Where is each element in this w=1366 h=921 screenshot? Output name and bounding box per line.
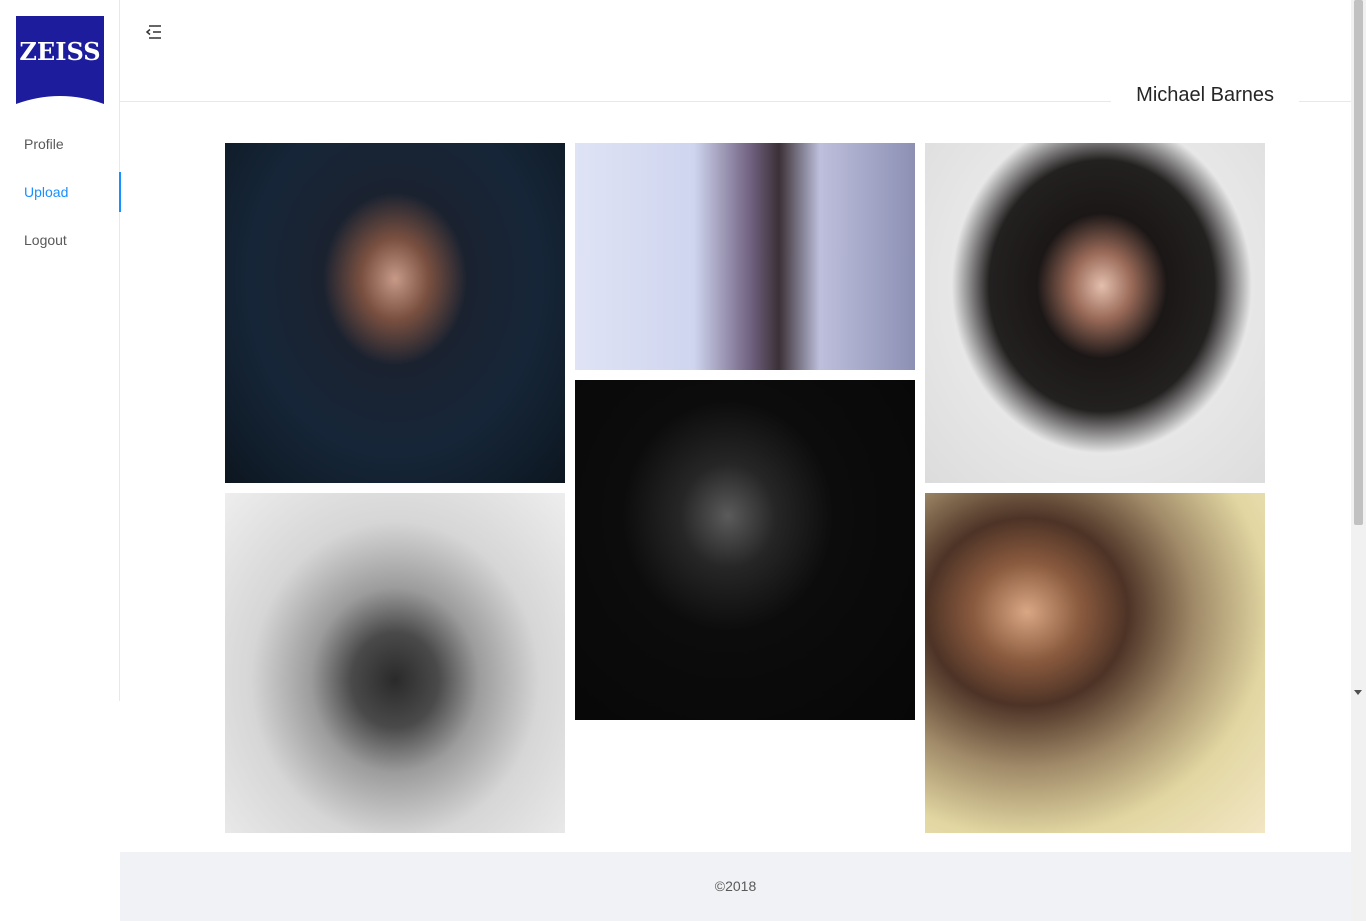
- header: Michael Barnes: [120, 0, 1351, 106]
- sidebar-item-logout[interactable]: Logout: [0, 216, 120, 264]
- zeiss-logo[interactable]: ZEISS: [16, 16, 104, 104]
- sidebar-item-profile[interactable]: Profile: [0, 120, 120, 168]
- footer: ©2018: [120, 852, 1351, 921]
- sidebar: ZEISS Profile Upload Logout: [0, 0, 121, 701]
- photo-gallery: [225, 143, 1265, 833]
- gallery-photo[interactable]: [925, 143, 1265, 483]
- user-name: Michael Barnes: [1111, 84, 1299, 106]
- gallery-photo[interactable]: [925, 493, 1265, 833]
- gallery-photo[interactable]: [575, 143, 915, 370]
- svg-text:ZEISS: ZEISS: [19, 37, 100, 66]
- sidebar-nav: Profile Upload Logout: [0, 120, 121, 264]
- copyright-text: ©2018: [714, 878, 757, 894]
- scrollbar-thumb[interactable]: [1354, 0, 1363, 525]
- gallery-photo[interactable]: [225, 143, 565, 483]
- scroll-down-icon[interactable]: [1354, 690, 1362, 695]
- gallery-photo[interactable]: [225, 493, 565, 833]
- vertical-scrollbar[interactable]: [1351, 0, 1366, 921]
- menu-fold-icon[interactable]: [144, 22, 164, 42]
- sidebar-item-upload[interactable]: Upload: [0, 168, 121, 216]
- gallery-photo[interactable]: [575, 380, 915, 720]
